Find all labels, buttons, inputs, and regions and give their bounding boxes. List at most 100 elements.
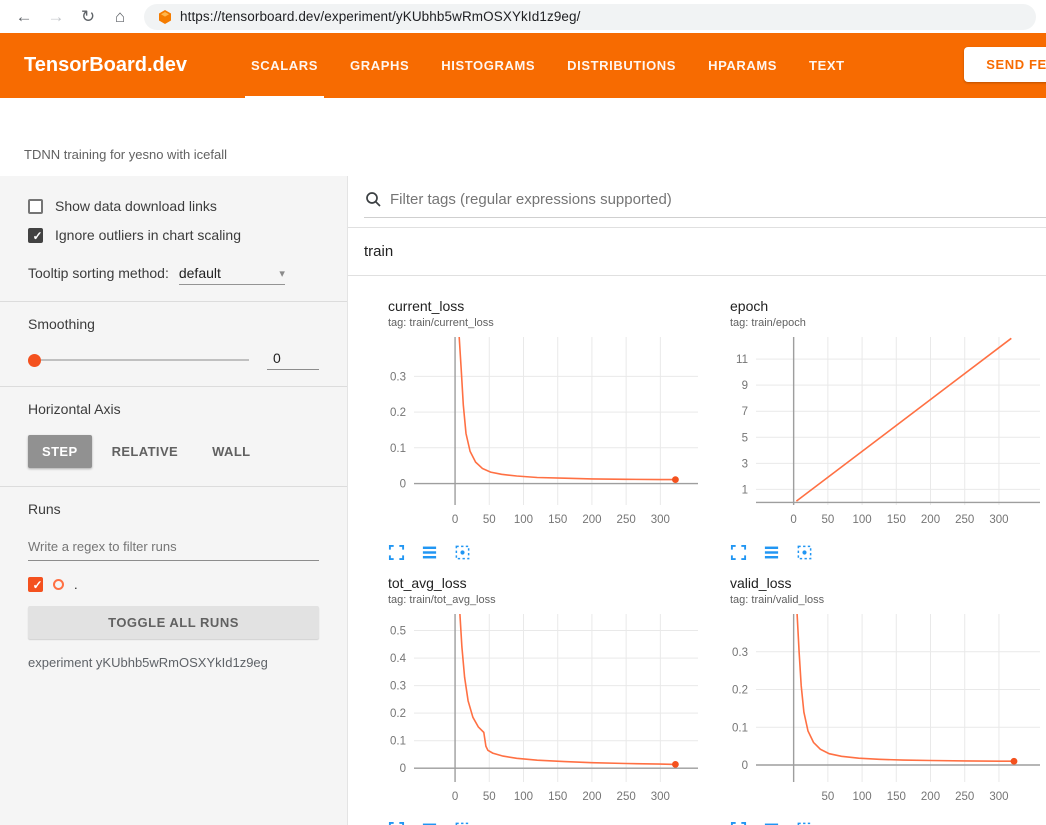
tab-histograms[interactable]: HISTOGRAMS — [425, 33, 551, 98]
y-tick-label: 0.2 — [732, 685, 748, 697]
chart-plot[interactable]: 05010015020025030000.10.20.30.40.5 — [364, 610, 706, 810]
chart-tag: tag: train/tot_avg_loss — [364, 594, 706, 606]
chart-plot[interactable]: 05010015020025030000.10.20.3 — [364, 333, 706, 533]
fullscreen-icon[interactable] — [730, 544, 747, 561]
x-tick-label: 50 — [483, 514, 496, 526]
chart-plot[interactable]: 5010015020025030000.10.20.3 — [706, 610, 1046, 810]
tooltip-sorting-value: default — [179, 265, 221, 281]
view-data-icon[interactable] — [763, 821, 780, 825]
sidebar: Show data download links Ignore outliers… — [0, 176, 348, 825]
final-point-dot — [672, 761, 679, 768]
x-tick-label: 200 — [921, 791, 940, 803]
y-tick-label: 9 — [742, 380, 748, 392]
final-point-dot — [672, 476, 679, 483]
view-data-icon[interactable] — [763, 544, 780, 561]
smoothing-slider[interactable] — [28, 359, 249, 361]
fit-domain-icon[interactable] — [454, 821, 471, 825]
chart-toolbar — [706, 821, 1046, 825]
x-tick-label: 250 — [617, 791, 636, 803]
tab-text[interactable]: TEXT — [793, 33, 861, 98]
horizontal-axis-group: STEPRELATIVEWALL — [28, 435, 319, 468]
tab-distributions[interactable]: DISTRIBUTIONS — [551, 33, 692, 98]
y-tick-label: 5 — [742, 432, 748, 444]
x-tick-label: 100 — [514, 514, 533, 526]
axis-wall-button[interactable]: WALL — [198, 435, 264, 468]
y-tick-label: 1 — [742, 484, 748, 496]
tab-scalars[interactable]: SCALARS — [235, 33, 334, 98]
site-favicon — [158, 10, 172, 24]
x-tick-label: 100 — [514, 791, 533, 803]
x-tick-label: 0 — [790, 514, 796, 526]
axis-relative-button[interactable]: RELATIVE — [98, 435, 193, 468]
tag-group-header[interactable]: train — [348, 228, 1046, 276]
y-tick-label: 3 — [742, 458, 748, 470]
chart-toolbar — [364, 821, 706, 825]
sidebar-divider — [0, 301, 347, 302]
final-point-dot — [1011, 758, 1018, 765]
axis-step-button[interactable]: STEP — [28, 435, 92, 468]
x-tick-label: 150 — [887, 791, 906, 803]
chevron-down-icon: ▾ — [279, 267, 285, 280]
tooltip-sorting-row: Tooltip sorting method: default ▾ — [28, 265, 319, 285]
run-line — [459, 337, 675, 480]
tab-graphs[interactable]: GRAPHS — [334, 33, 425, 98]
chart-toolbar — [364, 544, 706, 561]
y-tick-label: 0.1 — [732, 722, 748, 734]
tag-group-card: train current_losstag: train/current_los… — [348, 227, 1046, 825]
fullscreen-icon[interactable] — [730, 821, 747, 825]
filter-tags-row — [364, 190, 1046, 218]
ignore-outliers-checkbox[interactable]: Ignore outliers in chart scaling — [28, 227, 319, 243]
y-tick-label: 0.1 — [390, 443, 406, 455]
x-tick-label: 150 — [548, 514, 567, 526]
chart-title: tot_avg_loss — [364, 575, 706, 591]
back-icon[interactable]: ← — [10, 3, 38, 31]
home-icon[interactable]: ⌂ — [106, 3, 134, 31]
x-tick-label: 100 — [852, 514, 871, 526]
view-data-icon[interactable] — [421, 821, 438, 825]
chart-title: epoch — [706, 298, 1046, 314]
reload-icon[interactable]: ↻ — [74, 3, 102, 31]
run-line — [797, 614, 1014, 761]
run-row[interactable]: . — [28, 577, 319, 592]
x-tick-label: 250 — [955, 514, 974, 526]
chart-tag: tag: train/epoch — [706, 317, 1046, 329]
chart-title: current_loss — [364, 298, 706, 314]
slider-thumb[interactable] — [28, 354, 41, 367]
chart-toolbar — [706, 544, 1046, 561]
filter-tags-input[interactable] — [390, 191, 1046, 208]
address-bar[interactable]: https://tensorboard.dev/experiment/yKUbh… — [144, 4, 1036, 30]
fullscreen-icon[interactable] — [388, 821, 405, 825]
send-feedback-button[interactable]: SEND FEEDBACK — [964, 47, 1046, 82]
run-name: . — [74, 577, 78, 592]
chart-plot[interactable]: 0501001502002503001357911 — [706, 333, 1046, 533]
fit-domain-icon[interactable] — [454, 544, 471, 561]
toggle-all-runs-button[interactable]: TOGGLE ALL RUNS — [28, 606, 319, 639]
main-panel: train current_losstag: train/current_los… — [348, 176, 1046, 825]
y-tick-label: 7 — [742, 406, 748, 418]
show-download-links-checkbox[interactable]: Show data download links — [28, 198, 319, 214]
run-checkbox-checked-icon[interactable] — [28, 577, 43, 592]
fit-domain-icon[interactable] — [796, 821, 813, 825]
smoothing-value-input[interactable]: 0 — [267, 350, 319, 370]
tooltip-sorting-select[interactable]: default ▾ — [179, 265, 285, 285]
forward-icon[interactable]: → — [42, 3, 70, 31]
smoothing-label: Smoothing — [28, 316, 319, 332]
run-color-swatch-icon — [53, 579, 64, 590]
x-tick-label: 300 — [989, 514, 1008, 526]
tab-hparams[interactable]: HPARAMS — [692, 33, 793, 98]
x-tick-label: 250 — [955, 791, 974, 803]
fullscreen-icon[interactable] — [388, 544, 405, 561]
browser-chrome: ← → ↻ ⌂ https://tensorboard.dev/experime… — [0, 0, 1046, 33]
run-line — [796, 338, 1011, 501]
y-tick-label: 0 — [400, 479, 406, 491]
sidebar-divider — [0, 486, 347, 487]
view-data-icon[interactable] — [421, 544, 438, 561]
fit-domain-icon[interactable] — [796, 544, 813, 561]
checkbox-unchecked-icon — [28, 199, 43, 214]
runs-filter-input[interactable] — [28, 535, 319, 561]
x-tick-label: 100 — [852, 791, 871, 803]
chart-card-valid_loss: valid_losstag: train/valid_loss501001502… — [706, 575, 1046, 825]
x-tick-label: 250 — [617, 514, 636, 526]
x-tick-label: 300 — [651, 791, 670, 803]
x-tick-label: 300 — [651, 514, 670, 526]
